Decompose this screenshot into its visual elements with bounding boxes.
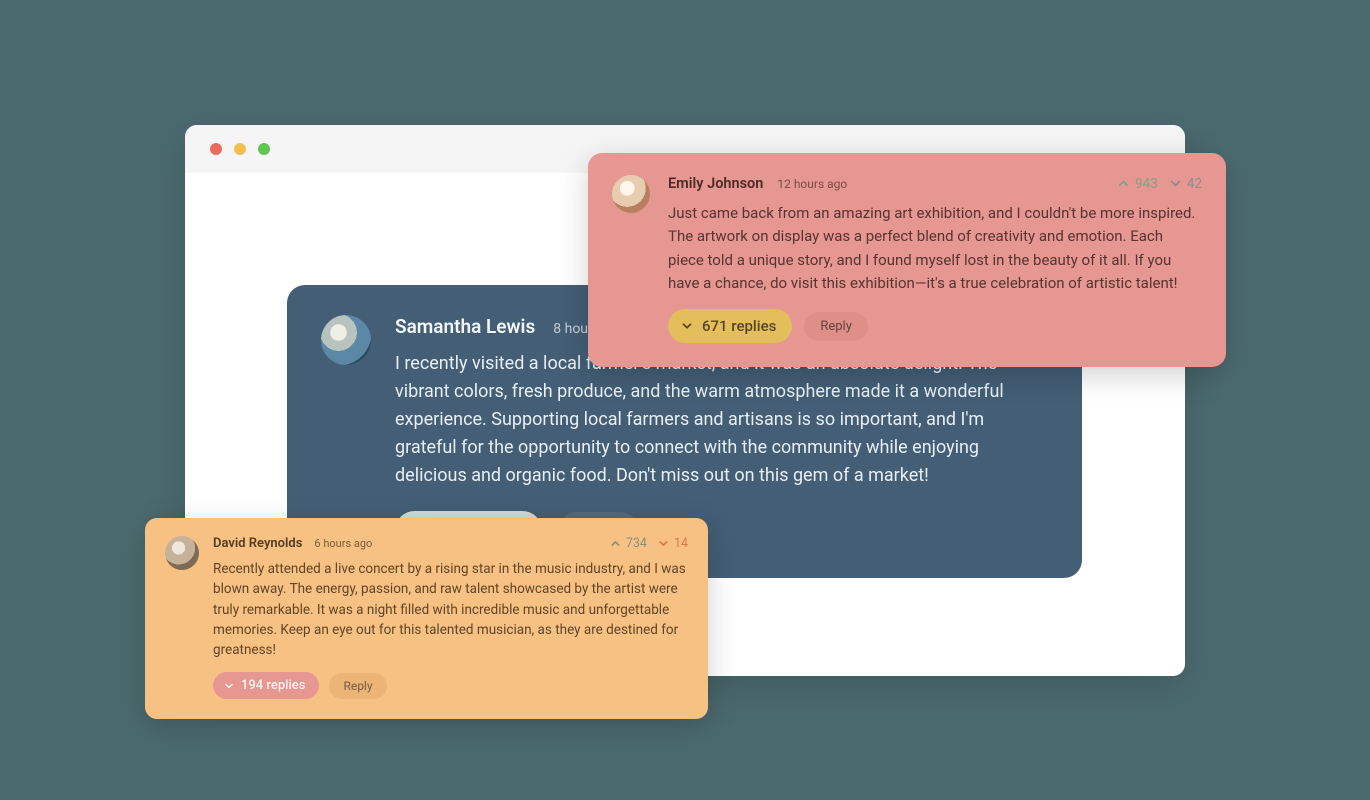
vote-controls: 943 42 <box>1116 176 1202 192</box>
chevron-down-icon <box>680 319 694 333</box>
comment-author: David Reynolds <box>213 536 302 551</box>
chevron-down-icon <box>223 680 235 692</box>
comment-body: Emily Johnson 12 hours ago 943 42 Just c… <box>668 175 1202 343</box>
downvote-count: 14 <box>674 536 688 551</box>
chevron-up-icon <box>609 537 622 550</box>
window-maximize-dot[interactable] <box>258 143 270 155</box>
downvote-button[interactable]: 14 <box>657 536 688 551</box>
upvote-button[interactable]: 734 <box>609 536 647 551</box>
comment-time: 12 hours ago <box>777 177 847 191</box>
comment-card-emily: Emily Johnson 12 hours ago 943 42 Just c… <box>588 153 1226 367</box>
chevron-up-icon <box>1116 176 1131 191</box>
vote-controls: 734 14 <box>609 536 688 551</box>
upvote-button[interactable]: 943 <box>1116 176 1158 192</box>
comment-time: 6 hours ago <box>314 537 372 550</box>
chevron-down-icon <box>657 537 670 550</box>
comment-author: Emily Johnson <box>668 175 763 192</box>
window-minimize-dot[interactable] <box>234 143 246 155</box>
chevron-down-icon <box>1168 176 1183 191</box>
comment-text: Just came back from an amazing art exhib… <box>668 202 1202 295</box>
replies-count-label: 194 replies <box>241 678 305 693</box>
comment-body: David Reynolds 6 hours ago 734 14 Recent… <box>213 536 688 699</box>
comment-text: I recently visited a local farmer's mark… <box>395 350 1048 489</box>
reply-button[interactable]: Reply <box>804 312 868 341</box>
replies-toggle[interactable]: 671 replies <box>668 309 792 343</box>
reply-button[interactable]: Reply <box>329 673 386 699</box>
comment-text: Recently attended a live concert by a ri… <box>213 559 688 660</box>
avatar <box>165 536 199 570</box>
comment-actions: 194 replies Reply <box>213 672 688 699</box>
upvote-count: 943 <box>1135 176 1158 192</box>
replies-toggle[interactable]: 194 replies <box>213 672 319 699</box>
avatar <box>612 175 650 213</box>
replies-count-label: 671 replies <box>702 317 776 335</box>
comment-header: David Reynolds 6 hours ago 734 14 <box>213 536 688 551</box>
avatar <box>321 315 371 365</box>
downvote-button[interactable]: 42 <box>1168 176 1202 192</box>
downvote-count: 42 <box>1187 176 1202 192</box>
comment-card-david: David Reynolds 6 hours ago 734 14 Recent… <box>145 518 708 719</box>
comment-author: Samantha Lewis <box>395 315 535 338</box>
upvote-count: 734 <box>626 536 647 551</box>
comment-header: Emily Johnson 12 hours ago 943 42 <box>668 175 1202 192</box>
window-close-dot[interactable] <box>210 143 222 155</box>
comment-actions: 671 replies Reply <box>668 309 1202 343</box>
